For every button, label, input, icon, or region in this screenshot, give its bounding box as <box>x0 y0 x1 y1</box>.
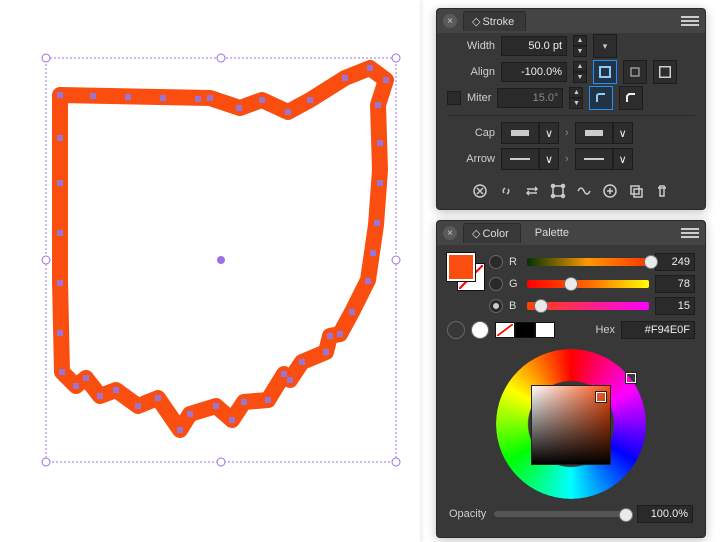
stroke-arrow-row: Arrow ∨ › ∨ <box>437 146 705 172</box>
opacity-label: Opacity <box>449 508 486 520</box>
eyedropper-icon[interactable] <box>447 321 465 339</box>
width-label: Width <box>447 40 495 52</box>
sel-handle-tm[interactable] <box>217 54 225 62</box>
width-preset-icon[interactable]: ▾ <box>593 34 617 58</box>
arrow-end-select[interactable]: ∨ <box>575 148 633 170</box>
color-mode-row: Hex <box>437 315 705 345</box>
stroke-panel: × ◇Stroke Width ▲▼ ▾ Align ▲▼ Miter ▲▼ <box>436 8 706 210</box>
fill-stroke-swatches[interactable] <box>447 253 483 289</box>
sel-handle-bm[interactable] <box>217 458 225 466</box>
wave-icon[interactable] <box>576 183 592 199</box>
bounds-icon[interactable] <box>550 183 566 199</box>
ohio-shape[interactable] <box>60 68 386 430</box>
width-input[interactable] <box>501 36 567 56</box>
arrow-label: Arrow <box>447 153 495 165</box>
miter-stepper[interactable]: ▲▼ <box>569 87 583 109</box>
color-panel: × ◇Color Palette R <box>436 220 706 538</box>
white-icon[interactable] <box>535 322 555 338</box>
sel-handle-mr[interactable] <box>392 256 400 264</box>
rgb-area: R G B <box>437 245 705 315</box>
align-outside-icon[interactable] <box>653 60 677 84</box>
hue-indicator[interactable] <box>626 373 636 383</box>
stroke-swatch[interactable] <box>447 253 475 281</box>
close-circle-icon[interactable] <box>472 183 488 199</box>
copy-icon[interactable] <box>628 183 644 199</box>
g-row: G <box>489 275 695 293</box>
opacity-slider[interactable] <box>494 511 629 517</box>
miter-label: Miter <box>467 92 491 104</box>
stroke-tool-strip <box>443 179 699 203</box>
color-tabbar: × ◇Color Palette <box>437 221 705 245</box>
fill-mode-switch[interactable] <box>495 322 555 338</box>
cap-label: Cap <box>447 127 495 139</box>
eyedropper-alt-icon[interactable] <box>471 321 489 339</box>
none-icon[interactable] <box>495 322 515 338</box>
stroke-cap-row: Cap ∨ › ∨ <box>437 120 705 146</box>
g-value[interactable] <box>655 275 695 293</box>
tab-stroke[interactable]: ◇Stroke <box>463 11 526 31</box>
color-wheel-area <box>437 345 705 505</box>
arrow-start-select[interactable]: ∨ <box>501 148 559 170</box>
black-icon[interactable] <box>515 322 535 338</box>
b-slider[interactable] <box>527 302 649 310</box>
hex-label: Hex <box>595 324 615 336</box>
g-slider[interactable] <box>527 280 649 288</box>
g-radio[interactable] <box>489 277 503 291</box>
align-inside-icon[interactable] <box>593 60 617 84</box>
sel-center[interactable] <box>217 256 225 264</box>
panel-collapse-icon[interactable]: × <box>443 226 457 240</box>
app-root: × ◇Stroke Width ▲▼ ▾ Align ▲▼ Miter ▲▼ <box>0 0 720 542</box>
stroke-align-row: Align ▲▼ <box>437 59 705 85</box>
r-value[interactable] <box>655 253 695 271</box>
join-bevel-icon[interactable] <box>619 86 643 110</box>
stroke-width-row: Width ▲▼ ▾ <box>437 33 705 59</box>
r-radio[interactable] <box>489 255 503 269</box>
sel-handle-tl[interactable] <box>42 54 50 62</box>
sv-box[interactable] <box>531 385 611 465</box>
swap-icon[interactable] <box>524 183 540 199</box>
add-icon[interactable] <box>602 183 618 199</box>
b-radio[interactable] <box>489 299 503 313</box>
b-row: B <box>489 297 695 315</box>
trash-icon[interactable] <box>654 183 670 199</box>
cap-end-select[interactable]: ∨ <box>575 122 633 144</box>
miter-input[interactable] <box>497 88 563 108</box>
align-label: Align <box>447 66 495 78</box>
miter-check[interactable] <box>447 91 461 105</box>
selected-artwork[interactable] <box>30 50 410 480</box>
stroke-miter-row: Miter ▲▼ <box>437 85 705 111</box>
stroke-tabbar: × ◇Stroke <box>437 9 705 33</box>
r-slider[interactable] <box>527 258 649 266</box>
panel-collapse-icon[interactable]: × <box>443 14 457 28</box>
tab-color[interactable]: ◇Color <box>463 223 521 243</box>
document-canvas[interactable] <box>0 0 420 542</box>
hex-input[interactable] <box>621 321 695 339</box>
opacity-value[interactable] <box>637 505 693 523</box>
sv-indicator[interactable] <box>596 392 606 402</box>
link-icon[interactable] <box>498 183 514 199</box>
r-row: R <box>489 253 695 271</box>
width-stepper[interactable]: ▲▼ <box>573 35 587 57</box>
join-round-icon[interactable] <box>589 86 613 110</box>
panel-menu-icon[interactable] <box>681 226 699 240</box>
panel-menu-icon[interactable] <box>681 14 699 28</box>
sel-handle-br[interactable] <box>392 458 400 466</box>
sel-handle-bl[interactable] <box>42 458 50 466</box>
tab-palette[interactable]: Palette <box>527 224 577 242</box>
anchor-points <box>57 65 389 433</box>
cap-start-select[interactable]: ∨ <box>501 122 559 144</box>
align-input[interactable] <box>501 62 567 82</box>
sel-handle-ml[interactable] <box>42 256 50 264</box>
align-stepper[interactable]: ▲▼ <box>573 61 587 83</box>
b-value[interactable] <box>655 297 695 315</box>
sel-handle-tr[interactable] <box>392 54 400 62</box>
opacity-row: Opacity <box>437 505 705 531</box>
align-center-icon[interactable] <box>623 60 647 84</box>
divider <box>447 115 695 116</box>
